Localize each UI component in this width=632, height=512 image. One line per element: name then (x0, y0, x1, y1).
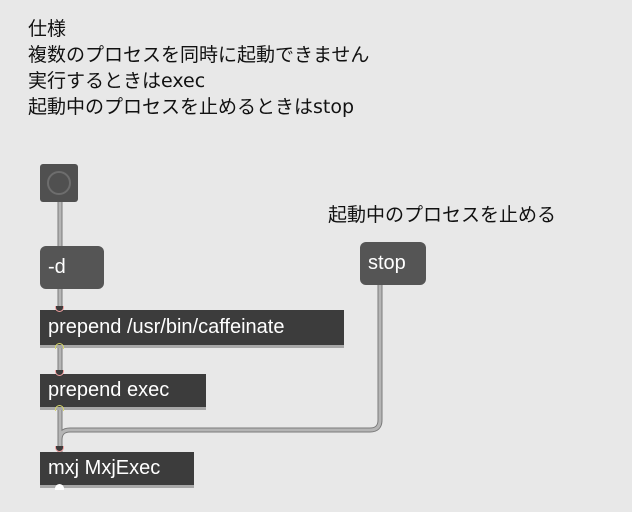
bang-circle-icon (47, 171, 71, 195)
bang-button[interactable] (40, 164, 78, 202)
outlet[interactable] (55, 405, 64, 411)
message-stop[interactable]: stop (360, 242, 426, 285)
spec-comment: 仕様 複数のプロセスを同時に起動できません 実行するときはexec 起動中のプロ… (28, 16, 369, 120)
outlet[interactable] (55, 484, 64, 490)
stop-comment: 起動中のプロセスを止める (328, 204, 557, 226)
object-label: prepend exec (48, 379, 170, 401)
object-prepend-exec[interactable]: prepend exec (40, 374, 206, 410)
object-prepend-caffeinate[interactable]: prepend /usr/bin/caffeinate (40, 310, 344, 348)
message-label: -d (48, 256, 66, 278)
spec-line: 仕様 (28, 18, 67, 40)
object-label: prepend /usr/bin/caffeinate (48, 316, 285, 338)
object-mxj[interactable]: mxj MxjExec (40, 452, 194, 488)
spec-line: 実行するときはexec (28, 70, 206, 92)
outlet[interactable] (55, 343, 64, 349)
spec-line: 起動中のプロセスを止めるときはstop (28, 96, 355, 118)
spec-line: 複数のプロセスを同時に起動できません (28, 44, 370, 66)
message-d-flag[interactable]: -d (40, 246, 104, 289)
object-label: mxj MxjExec (48, 457, 161, 479)
message-label: stop (368, 252, 406, 274)
